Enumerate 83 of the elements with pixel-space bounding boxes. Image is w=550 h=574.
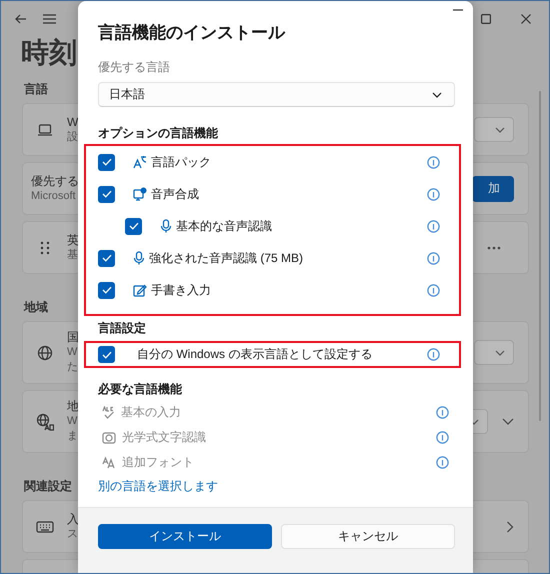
card-title: 地: [67, 399, 79, 414]
chevron-down-icon: [495, 126, 505, 132]
info-icon: [427, 348, 440, 361]
info-icon: [436, 406, 449, 419]
expand-icon: [502, 418, 514, 426]
maximize-icon: [481, 14, 491, 24]
section-heading: 関連設定: [24, 478, 72, 494]
spellcheck-icon: [102, 406, 115, 419]
card-subtitle: 基: [67, 248, 78, 262]
chevron-down-icon: [432, 92, 442, 98]
close-icon: [521, 14, 531, 24]
back-icon: [15, 14, 27, 24]
checkbox[interactable]: [98, 186, 115, 202]
chevron-down-icon: [495, 350, 505, 356]
feature-label: 言語パック: [151, 154, 212, 170]
section-heading: 地域: [24, 299, 48, 315]
section-heading: 言語設定: [98, 320, 147, 336]
checkmark-icon: [102, 350, 112, 358]
feature-label: 手書き入力: [151, 282, 212, 298]
mic-icon: [160, 219, 172, 233]
checkmark-icon: [102, 254, 112, 262]
checkmark-icon: [102, 286, 112, 294]
laptop-icon: [37, 124, 53, 136]
setting-label: 自分の Windows の表示言語として設定する: [137, 346, 374, 363]
cancel-button[interactable]: キャンセル: [281, 524, 455, 549]
checkbox[interactable]: [98, 154, 115, 170]
checkbox[interactable]: [125, 218, 142, 234]
card-title: 優先する: [31, 174, 79, 188]
feature-label: 音声合成: [151, 186, 200, 202]
card-subtitle: 設: [67, 130, 78, 144]
card-subtitle: Microsoft: [31, 188, 76, 204]
feature-label: 追加フォント: [122, 454, 195, 471]
scan-icon: [102, 432, 116, 444]
info-icon: [427, 188, 440, 200]
font-size-icon: [102, 456, 116, 469]
speaker-chat-icon: [133, 187, 147, 201]
info-icon: [436, 456, 449, 469]
section-heading: オプションの言語機能: [98, 125, 219, 141]
info-icon: [427, 284, 440, 296]
drag-handle-icon: [40, 240, 50, 254]
card-title: 英: [67, 232, 79, 248]
feature-label: 基本的な音声認識: [176, 218, 273, 234]
info-icon: [427, 220, 440, 232]
globe-icon: [37, 344, 53, 360]
checkmark-icon: [102, 158, 112, 166]
menu-icon: [43, 14, 56, 24]
section-heading: 必要な言語機能: [98, 381, 183, 397]
pen-icon: [133, 283, 147, 297]
card-subtitle: た: [67, 360, 78, 375]
section-heading: 言語: [24, 81, 48, 97]
choose-language-link[interactable]: 別の言語を選択します: [98, 478, 218, 494]
checkmark-icon: [102, 190, 112, 198]
card-title: 国: [67, 330, 79, 345]
checkmark-icon: [128, 222, 138, 230]
card-subtitle: W: [67, 414, 78, 429]
scrollbar[interactable]: [539, 91, 541, 421]
info-icon: [427, 252, 440, 264]
field-label: 優先する言語: [98, 59, 171, 75]
add-button[interactable]: 加: [472, 176, 514, 202]
card-subtitle: ま: [67, 429, 78, 444]
mic-icon: [133, 251, 145, 265]
feature-label: 光学式文字認識: [122, 429, 207, 446]
page-title: 時刻: [21, 37, 77, 69]
chevron-right-icon: [506, 520, 514, 532]
checkbox[interactable]: [98, 282, 115, 298]
dialog-title: 言語機能のインストール: [98, 22, 286, 44]
feature-label: 強化された音声認識 (75 MB): [149, 250, 304, 266]
install-button[interactable]: インストール: [98, 524, 272, 549]
card-subtitle: ス: [67, 526, 78, 542]
checkbox[interactable]: [98, 250, 115, 266]
language-dropdown[interactable]: 日本語: [98, 82, 455, 107]
info-icon: [436, 431, 449, 444]
info-icon: [427, 156, 440, 168]
feature-label: 基本の入力: [121, 404, 182, 421]
keyboard-icon: [36, 520, 54, 532]
translate-icon: [133, 155, 147, 169]
minimize-icon: [453, 9, 463, 11]
checkbox[interactable]: [98, 346, 115, 363]
card-title: 入: [67, 512, 79, 526]
card-subtitle: W: [67, 345, 78, 360]
card-title: W: [67, 114, 78, 130]
more-icon: [487, 246, 501, 250]
globe-icon: [36, 412, 54, 430]
